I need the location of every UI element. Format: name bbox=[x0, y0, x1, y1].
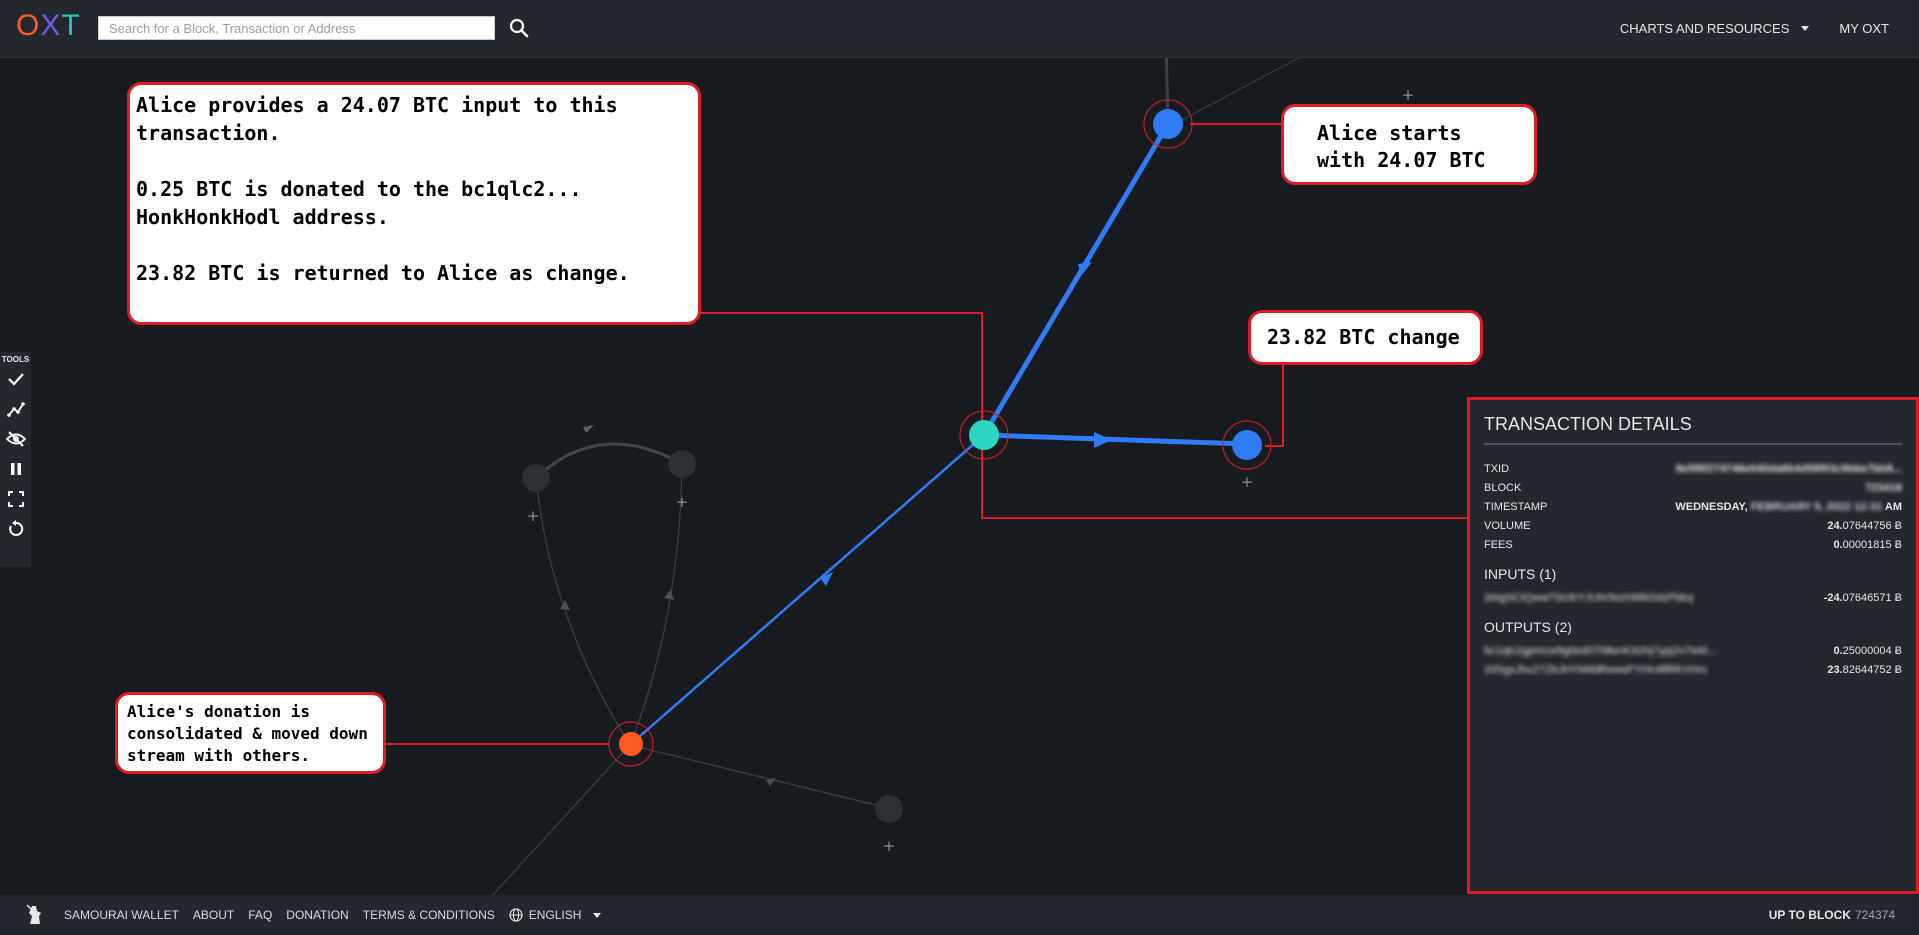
block-value[interactable]: 723418 bbox=[1865, 482, 1902, 494]
details-title: TRANSACTION DETAILS bbox=[1484, 414, 1902, 445]
outputs-title: OUTPUTS (2) bbox=[1484, 619, 1572, 635]
detail-row-timestamp: TIMESTAMP WEDNESDAY, FEBRUARY 9, 2022 12… bbox=[1484, 500, 1902, 513]
chevron-down-icon bbox=[1801, 26, 1810, 31]
graph-edge bbox=[491, 744, 631, 895]
graph-node-transaction[interactable] bbox=[969, 420, 999, 450]
line-chart-icon bbox=[6, 402, 25, 417]
fees-value: 0.00001815 Ƀ bbox=[1833, 538, 1902, 551]
graph-node[interactable] bbox=[875, 795, 903, 823]
volume-value: 24.07644756 Ƀ bbox=[1827, 519, 1902, 532]
graph-edge bbox=[535, 477, 631, 746]
search-button[interactable] bbox=[508, 16, 530, 40]
graph-edge-change-output bbox=[983, 432, 1248, 447]
checkmark-icon bbox=[7, 373, 24, 386]
footer-bar: SAMOURAI WALLET ABOUT FAQ DONATION TERMS… bbox=[0, 895, 1919, 935]
input-row: 3AigSCtQww7Sc9rYJUhr9szhWbGdzPbkq -24.07… bbox=[1484, 588, 1902, 607]
up-to-block: UP TO BLOCK 724374 bbox=[1769, 895, 1895, 935]
up-to-block-value[interactable]: 724374 bbox=[1855, 908, 1895, 922]
output-row: 33SgsJhu27ZbJHYkMdReewFYHn4lfRKVHm 23.82… bbox=[1484, 660, 1902, 679]
footer-link-samourai-wallet[interactable]: SAMOURAI WALLET bbox=[64, 908, 179, 922]
globe-icon bbox=[509, 908, 523, 922]
my-oxt-link[interactable]: MY OXT bbox=[1839, 21, 1889, 36]
up-to-block-label: UP TO BLOCK bbox=[1768, 908, 1851, 922]
graph-node[interactable] bbox=[668, 450, 696, 478]
tools-label: TOOLS bbox=[1, 355, 30, 364]
edge-arrow bbox=[1094, 432, 1112, 448]
expand-node-plus[interactable]: + bbox=[883, 837, 896, 855]
reset-icon bbox=[8, 520, 23, 536]
detail-row-fees: FEES 0.00001815 Ƀ bbox=[1484, 538, 1902, 551]
output-address-link[interactable]: bc1qlc2gpmcw9g0ed07t9ke4Ot2hj7ypj2v7tvkl… bbox=[1484, 645, 1716, 657]
language-label: ENGLISH bbox=[528, 908, 582, 922]
expand-node-plus[interactable]: + bbox=[1241, 473, 1254, 491]
charts-resources-label: CHARTS AND RESOURCES bbox=[1619, 21, 1790, 36]
fullscreen-button[interactable] bbox=[0, 484, 31, 514]
pause-icon bbox=[10, 463, 21, 475]
footer-link-about[interactable]: ABOUT bbox=[193, 908, 234, 922]
detail-row-volume: VOLUME 24.07644756 Ƀ bbox=[1484, 519, 1902, 532]
top-navbar: OXT CHARTS AND RESOURCES MY OXT bbox=[0, 0, 1919, 58]
output-row: bc1qlc2gpmcw9g0ed07t9ke4Ot2hj7ypj2v7tvkl… bbox=[1484, 641, 1902, 660]
graph-edge bbox=[629, 744, 889, 809]
txid-value[interactable]: 8e5f6f274746e040da6b4d58f03c9bbe7bb8... bbox=[1676, 463, 1902, 475]
graph-edge-input bbox=[981, 122, 1171, 437]
chevron-down-icon bbox=[593, 912, 602, 918]
footer-link-terms[interactable]: TERMS & CONDITIONS bbox=[363, 908, 495, 922]
charts-resources-menu[interactable]: CHARTS AND RESOURCES bbox=[1620, 21, 1810, 36]
select-tool[interactable] bbox=[0, 364, 31, 394]
input-amount: -24.07646571 Ƀ bbox=[1823, 591, 1902, 604]
reset-button[interactable] bbox=[0, 514, 31, 544]
edge-arrow bbox=[583, 425, 594, 433]
transaction-details-panel: TRANSACTION DETAILS TXID 8e5f6f274746e04… bbox=[1467, 397, 1919, 894]
my-oxt-label: MY OXT bbox=[1839, 21, 1889, 36]
eye-off-icon bbox=[5, 431, 26, 447]
expand-node-plus[interactable]: + bbox=[1402, 86, 1415, 104]
hide-tool[interactable] bbox=[0, 424, 31, 454]
tools-panel: TOOLS bbox=[0, 352, 31, 567]
search-icon bbox=[509, 18, 529, 38]
callout-donation: Alice's donation is consolidated & moved… bbox=[115, 692, 386, 774]
search-input[interactable] bbox=[99, 17, 494, 39]
expand-node-plus[interactable]: + bbox=[676, 493, 689, 511]
output-amount: 23.82644752 Ƀ bbox=[1827, 663, 1902, 676]
edge-arrow bbox=[766, 778, 776, 786]
edge-arrow bbox=[664, 590, 674, 600]
graph-edge-donation-output bbox=[630, 434, 985, 745]
detail-row-block: BLOCK 723418 bbox=[1484, 481, 1902, 494]
footer-link-faq[interactable]: FAQ bbox=[248, 908, 272, 922]
callout-alice-starts: Alice starts with 24.07 BTC bbox=[1281, 104, 1537, 185]
oxt-logo[interactable]: OXT bbox=[16, 9, 81, 43]
timestamp-value: WEDNESDAY, FEBRUARY 9, 2022 12:31 AM bbox=[1675, 500, 1902, 513]
callout-change: 23.82 BTC change bbox=[1248, 310, 1483, 365]
language-selector[interactable]: ENGLISH bbox=[509, 908, 602, 922]
detail-row-txid: TXID 8e5f6f274746e040da6b4d58f03c9bbe7bb… bbox=[1484, 462, 1902, 475]
input-address-link[interactable]: 3AigSCtQww7Sc9rYJUhr9szhWbGdzPbkq bbox=[1484, 592, 1693, 604]
graph-node-donation[interactable] bbox=[619, 732, 643, 756]
graph-node-change[interactable] bbox=[1232, 430, 1262, 460]
graph-node-alice-input[interactable] bbox=[1153, 109, 1183, 139]
callout-main-explanation: Alice provides a 24.07 BTC input to this… bbox=[127, 82, 701, 325]
samourai-logo-icon[interactable] bbox=[24, 903, 46, 927]
path-tool[interactable] bbox=[0, 394, 31, 424]
expand-node-plus[interactable]: + bbox=[527, 507, 540, 525]
pause-button[interactable] bbox=[0, 454, 31, 484]
output-amount: 0.25000004 Ƀ bbox=[1833, 644, 1902, 657]
graph-node[interactable] bbox=[522, 464, 550, 492]
fullscreen-icon bbox=[7, 491, 24, 507]
output-address-link[interactable]: 33SgsJhu27ZbJHYkMdReewFYHn4lfRKVHm bbox=[1484, 664, 1707, 676]
search-box[interactable] bbox=[98, 16, 495, 40]
graph-edge-loop bbox=[534, 442, 683, 480]
footer-link-donation[interactable]: DONATION bbox=[286, 908, 348, 922]
graph-edge bbox=[629, 463, 683, 746]
inputs-title: INPUTS (1) bbox=[1484, 566, 1557, 582]
